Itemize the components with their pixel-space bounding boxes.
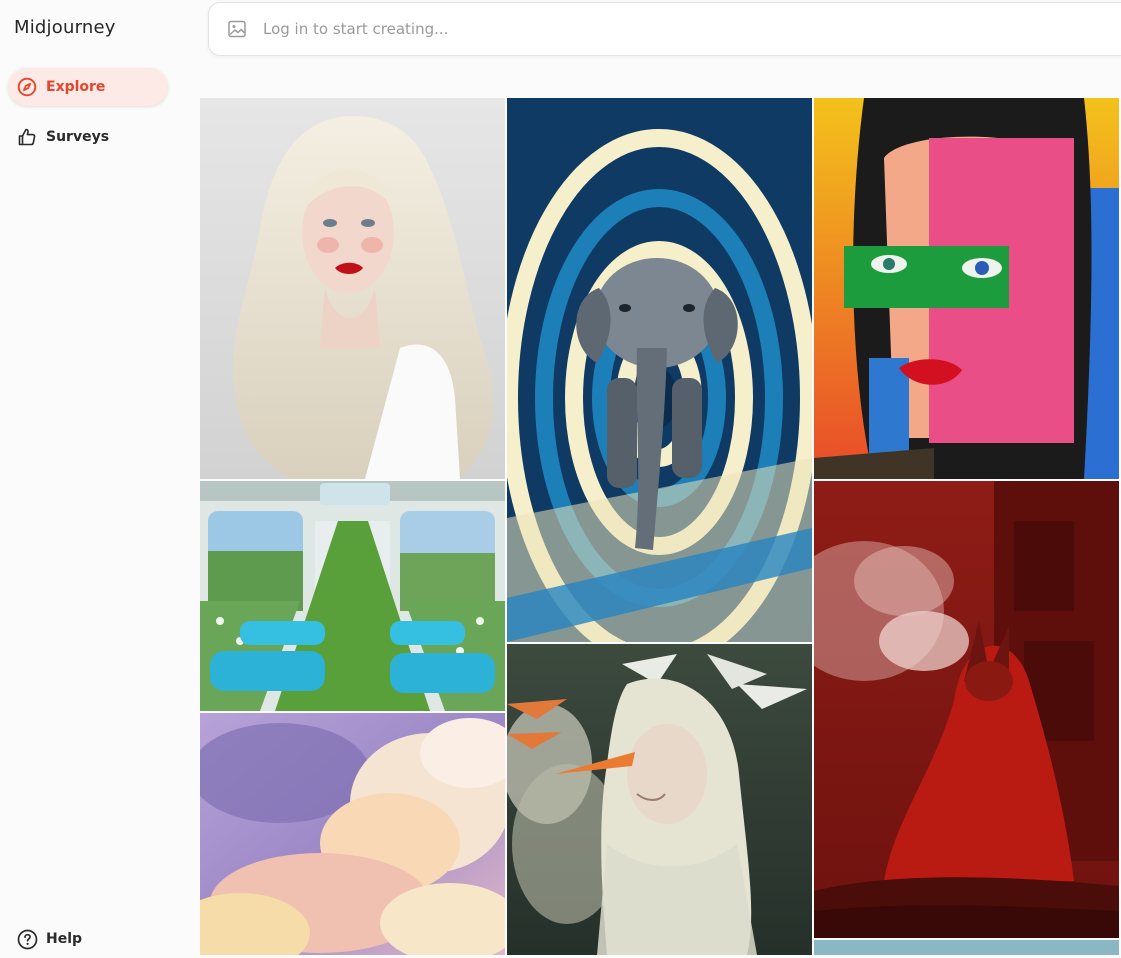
gallery-image-red-dragon[interactable] [814,481,1119,938]
gallery-image-train-meadow[interactable] [200,481,505,711]
gallery-image-elephant-spiral[interactable] [507,98,812,642]
prompt-input[interactable]: Log in to start creating... [208,2,1121,56]
thumbs-up-icon [16,126,38,148]
app-logo[interactable]: Midjourney [14,17,116,38]
gallery-image-pop-art-face[interactable] [814,98,1119,479]
question-circle-icon [16,928,38,950]
gallery-image-partial[interactable] [814,940,1119,955]
sidebar-item-label: Explore [46,79,106,95]
prompt-placeholder: Log in to start creating... [263,20,449,38]
help-button[interactable]: Help [8,920,82,958]
image-icon [227,18,249,40]
sidebar: Midjourney Explore Surveys Help [0,0,198,955]
gallery-image-stork-woman[interactable] [507,644,812,955]
sidebar-item-label: Surveys [46,129,110,145]
sidebar-item-surveys[interactable]: Surveys [8,118,168,156]
gallery-image-blonde-portrait[interactable] [200,98,505,479]
compass-icon [16,76,38,98]
gallery-image-pastel-clouds[interactable] [200,713,505,955]
help-label: Help [46,931,83,947]
sidebar-item-explore[interactable]: Explore [8,68,168,106]
